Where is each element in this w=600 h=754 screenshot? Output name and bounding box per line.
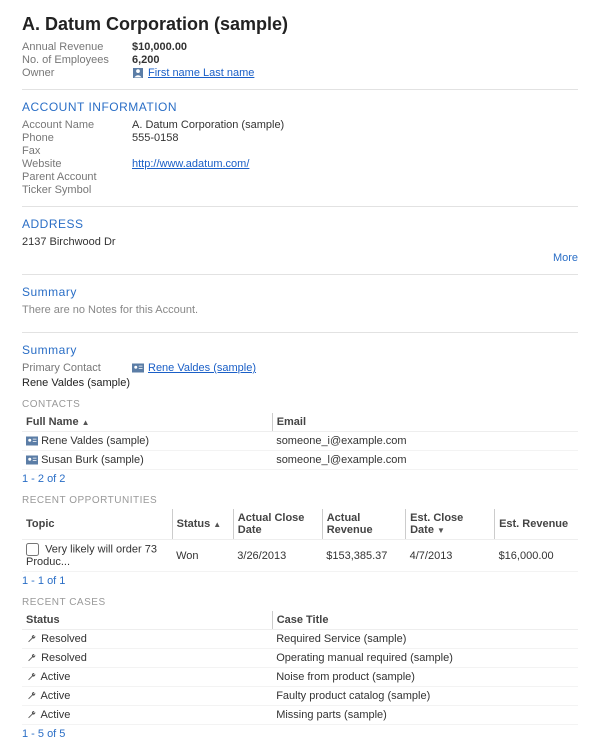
owner-link[interactable]: First name Last name [148,67,254,79]
case-title: Noise from product (sample) [272,668,578,687]
table-row[interactable]: Active Noise from product (sample) [22,668,578,687]
contact-card-icon [26,436,38,446]
col-est-rev[interactable]: Est. Revenue [495,509,578,540]
primary-contact-label: Primary Contact [22,362,132,374]
wrench-icon [26,653,38,663]
col-case-title[interactable]: Case Title [272,611,578,630]
opp-est-rev: $16,000.00 [495,540,578,572]
table-row[interactable]: Very likely will order 73 Produc... Won … [22,540,578,572]
contacts-table: Full Name▲ Email Rene Valdes (sample) so… [22,413,578,470]
wrench-icon [26,710,38,720]
opp-status: Won [172,540,233,572]
col-full-name[interactable]: Full Name▲ [22,413,272,432]
fax-label: Fax [22,145,132,157]
opp-actual-rev: $153,385.37 [322,540,405,572]
divider [22,206,578,207]
case-status: Resolved [41,652,87,664]
section-summary-relations: Summary [22,343,578,357]
table-row[interactable]: Resolved Operating manual required (sampl… [22,649,578,668]
section-summary-notes: Summary [22,285,578,299]
annual-revenue-value: $10,000.00 [132,41,187,53]
case-status: Active [40,671,70,683]
contact-card-icon [132,363,144,373]
sort-asc-icon: ▲ [82,418,90,427]
opp-est-close: 4/7/2013 [406,540,495,572]
contact-email: someone_i@example.com [272,432,578,451]
notes-empty-text: There are no Notes for this Account. [22,304,578,316]
sort-desc-icon: ▼ [437,526,445,535]
wrench-icon [26,672,38,682]
account-name-value: A. Datum Corporation (sample) [132,119,284,131]
phone-value: 555-0158 [132,132,179,144]
primary-contact-display: Rene Valdes (sample) [22,377,578,389]
col-topic[interactable]: Topic [22,509,172,540]
wrench-icon [26,634,38,644]
opportunities-pager[interactable]: 1 - 1 of 1 [22,575,578,587]
ticker-label: Ticker Symbol [22,184,132,196]
section-opportunities: RECENT OPPORTUNITIES [22,495,578,506]
primary-contact-link[interactable]: Rene Valdes (sample) [148,362,256,374]
sort-asc-icon: ▲ [213,520,221,529]
case-title: Faulty product catalog (sample) [272,687,578,706]
case-status: Resolved [41,633,87,645]
section-account-information: ACCOUNT INFORMATION [22,100,578,114]
contact-email: someone_l@example.com [272,451,578,470]
section-contacts: CONTACTS [22,399,578,410]
opportunities-table: Topic Status▲ Actual Close Date Actual R… [22,509,578,572]
website-label: Website [22,158,132,170]
opp-topic: Very likely will order 73 Produc... [26,543,157,568]
divider [22,274,578,275]
col-est-close[interactable]: Est. Close Date▼ [406,509,495,540]
cases-pager[interactable]: 1 - 5 of 5 [22,728,578,740]
col-status[interactable]: Status▲ [172,509,233,540]
table-row[interactable]: Rene Valdes (sample) someone_i@example.c… [22,432,578,451]
address-more-link[interactable]: More [553,252,578,264]
table-row[interactable]: Susan Burk (sample) someone_l@example.co… [22,451,578,470]
person-icon [132,68,144,78]
section-address: ADDRESS [22,217,578,231]
phone-label: Phone [22,132,132,144]
contact-card-icon [26,455,38,465]
case-status: Active [40,690,70,702]
contact-name: Rene Valdes (sample) [41,435,149,447]
page-title: A. Datum Corporation (sample) [22,14,578,35]
col-case-status[interactable]: Status [22,611,272,630]
wrench-icon [26,691,38,701]
employees-value: 6,200 [132,54,160,66]
cases-table: Status Case Title Resolved Required Servi… [22,611,578,725]
table-row[interactable]: Active Missing parts (sample) [22,706,578,725]
divider [22,89,578,90]
case-title: Missing parts (sample) [272,706,578,725]
account-name-label: Account Name [22,119,132,131]
address-line: 2137 Birchwood Dr [22,236,578,248]
divider [22,332,578,333]
contacts-pager[interactable]: 1 - 2 of 2 [22,473,578,485]
annual-revenue-label: Annual Revenue [22,41,132,53]
col-email[interactable]: Email [272,413,578,432]
col-actual-rev[interactable]: Actual Revenue [322,509,405,540]
section-cases: RECENT CASES [22,597,578,608]
contact-name: Susan Burk (sample) [41,454,144,466]
owner-label: Owner [22,67,132,79]
col-actual-close[interactable]: Actual Close Date [233,509,322,540]
table-row[interactable]: Resolved Required Service (sample) [22,630,578,649]
owner-value-container: First name Last name [132,67,254,79]
case-title: Required Service (sample) [272,630,578,649]
opp-actual-close: 3/26/2013 [233,540,322,572]
employees-label: No. of Employees [22,54,132,66]
row-checkbox[interactable] [26,543,39,556]
website-link[interactable]: http://www.adatum.com/ [132,158,249,170]
case-title: Operating manual required (sample) [272,649,578,668]
table-row[interactable]: Active Faulty product catalog (sample) [22,687,578,706]
parent-account-label: Parent Account [22,171,132,183]
case-status: Active [40,709,70,721]
